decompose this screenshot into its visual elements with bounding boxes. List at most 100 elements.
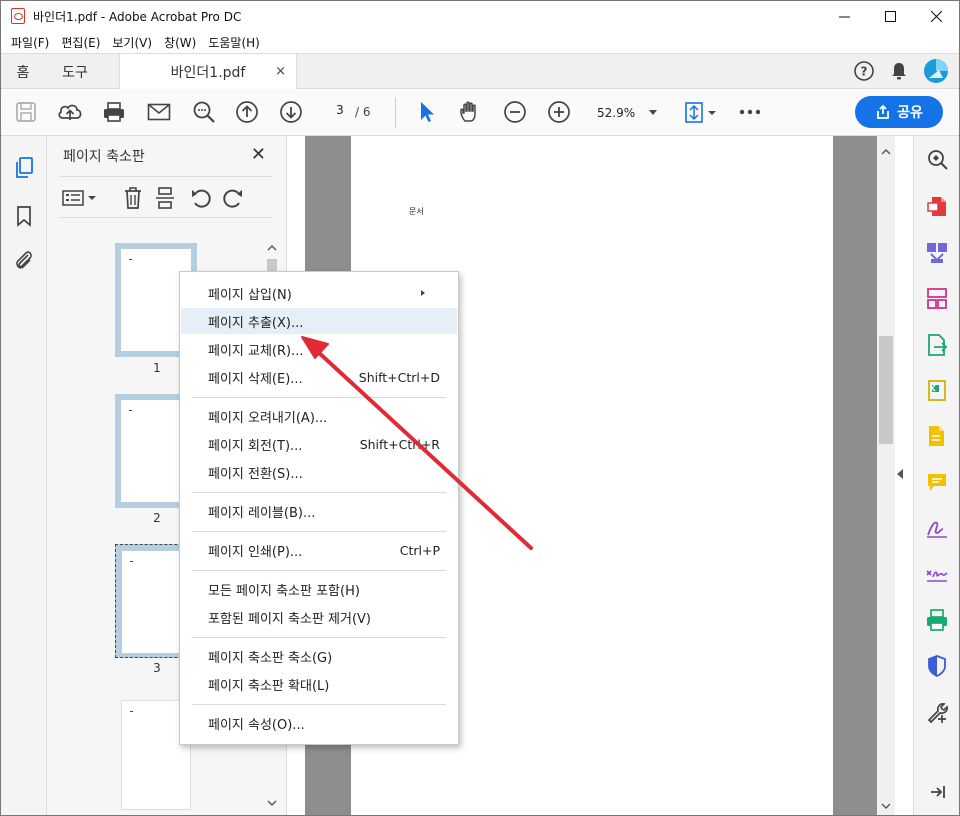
tab-close-button[interactable]: × xyxy=(275,64,286,79)
menu-help[interactable]: 도움말(H) xyxy=(202,34,266,51)
menu-separator xyxy=(192,704,446,705)
document-scroll-thumb[interactable] xyxy=(879,336,893,444)
page-thumbnails-icon[interactable] xyxy=(12,156,36,180)
right-tools-rail xyxy=(913,136,959,815)
rotate-right-icon[interactable] xyxy=(221,186,245,210)
save-icon[interactable] xyxy=(13,99,39,125)
menu-item-page-labels[interactable]: 페이지 레이블(B)... xyxy=(181,498,457,524)
collapse-right-panel-icon[interactable] xyxy=(897,469,903,479)
request-signature-icon[interactable] xyxy=(925,424,949,448)
acrobat-window: 바인더1.pdf - Adobe Acrobat Pro DC 파일(F) 편집… xyxy=(0,0,960,816)
menu-view[interactable]: 보기(V) xyxy=(106,34,158,51)
thumbnail-text-mark xyxy=(129,410,132,411)
scroll-up-icon[interactable] xyxy=(877,146,895,158)
menu-item-extract-pages[interactable]: 페이지 추출(X)... xyxy=(181,308,457,334)
more-tools-icon[interactable] xyxy=(737,99,763,125)
share-button[interactable]: 공유 xyxy=(855,96,943,128)
left-navigation-rail xyxy=(1,136,47,815)
maximize-button[interactable] xyxy=(867,1,913,31)
tab-document-label: 바인더1.pdf xyxy=(170,65,246,81)
extract-pages-icon[interactable] xyxy=(153,186,177,210)
zoom-out-icon[interactable] xyxy=(502,99,528,125)
scroll-up-icon[interactable] xyxy=(265,243,279,253)
menu-separator xyxy=(192,397,446,398)
rotate-left-icon[interactable] xyxy=(189,186,213,210)
enhance-scan-icon[interactable] xyxy=(925,147,949,171)
menu-item-label: 페이지 속성(O)... xyxy=(208,717,305,733)
next-page-icon[interactable] xyxy=(278,99,304,125)
submenu-arrow-icon xyxy=(421,290,425,296)
menu-item-page-transitions[interactable]: 페이지 전환(S)... xyxy=(181,459,457,485)
menu-item-label: 페이지 레이블(B)... xyxy=(208,505,316,521)
scroll-down-icon[interactable] xyxy=(877,800,895,812)
menu-item-rotate-pages[interactable]: 페이지 회전(T)... Shift+Ctrl+R xyxy=(181,431,457,457)
document-scrollbar[interactable] xyxy=(877,136,895,815)
bookmarks-icon[interactable] xyxy=(12,204,36,228)
print-icon[interactable] xyxy=(101,99,127,125)
create-pdf-icon[interactable] xyxy=(925,194,949,218)
menu-item-delete-pages[interactable]: 페이지 삭제(E)... Shift+Ctrl+D xyxy=(181,364,457,390)
hand-tool-icon[interactable] xyxy=(457,99,483,125)
share-icon xyxy=(877,104,890,119)
notification-bell-icon[interactable] xyxy=(889,60,909,82)
menu-item-cut-pages[interactable]: 페이지 오려내기(A)... xyxy=(181,403,457,429)
protect-shield-icon[interactable] xyxy=(925,654,949,678)
tab-tools[interactable]: 도구 xyxy=(45,54,105,89)
select-tool-icon[interactable] xyxy=(413,99,439,125)
share-button-label: 공유 xyxy=(897,105,923,121)
zoom-level-select[interactable]: 52.9% xyxy=(591,102,663,124)
menu-item-label: 페이지 오려내기(A)... xyxy=(208,410,328,426)
page-fit-icon[interactable] xyxy=(683,99,719,125)
help-icon[interactable]: ? xyxy=(853,60,875,82)
menu-item-label: 페이지 인쇄(P)... xyxy=(208,544,303,560)
menu-item-embed-thumbnails[interactable]: 모든 페이지 축소판 포함(H) xyxy=(181,576,457,602)
menu-item-label: 페이지 삭제(E)... xyxy=(208,371,303,387)
expand-panel-icon[interactable] xyxy=(925,780,949,804)
menu-item-label: 페이지 추출(X)... xyxy=(208,315,304,331)
delete-pages-icon[interactable] xyxy=(121,186,145,210)
send-for-signature-icon[interactable] xyxy=(925,562,949,586)
scroll-down-icon[interactable] xyxy=(265,798,279,808)
close-window-button[interactable] xyxy=(913,1,959,31)
menu-window[interactable]: 창(W) xyxy=(158,34,202,51)
organize-pages-icon[interactable] xyxy=(925,286,949,310)
menu-edit[interactable]: 편집(E) xyxy=(55,34,106,51)
comment-icon[interactable] xyxy=(925,470,949,494)
minimize-button[interactable] xyxy=(821,1,867,31)
tab-bar: 홈 도구 바인더1.pdf × ? xyxy=(1,53,959,90)
menu-item-print-pages[interactable]: 페이지 인쇄(P)... Ctrl+P xyxy=(181,537,457,563)
tab-document[interactable]: 바인더1.pdf × xyxy=(119,54,297,90)
edit-pdf-icon[interactable] xyxy=(925,378,949,402)
cloud-upload-icon[interactable] xyxy=(57,99,83,125)
account-avatar-icon[interactable] xyxy=(923,58,949,84)
acrobat-logo-icon xyxy=(11,8,25,24)
page-gutter-right xyxy=(833,136,877,815)
menu-item-insert-pages[interactable]: 페이지 삽입(N) xyxy=(181,280,457,306)
menu-file[interactable]: 파일(F) xyxy=(5,34,55,51)
tab-bar-right: ? xyxy=(853,58,949,84)
menu-item-enlarge-thumbnails[interactable]: 페이지 축소판 확대(L) xyxy=(181,671,457,697)
options-menu-icon[interactable] xyxy=(61,186,99,210)
fill-and-sign-icon[interactable] xyxy=(925,516,949,540)
toolbar-divider xyxy=(395,98,396,128)
menu-item-page-properties[interactable]: 페이지 속성(O)... xyxy=(181,710,457,736)
thumbnail-text-mark xyxy=(129,259,132,260)
attachments-icon[interactable] xyxy=(12,249,36,273)
zoom-level-value: 52.9% xyxy=(597,106,636,120)
print-production-icon[interactable] xyxy=(925,608,949,632)
combine-files-icon[interactable] xyxy=(925,240,949,264)
tab-home[interactable]: 홈 xyxy=(1,54,45,89)
more-tools-wrench-icon[interactable] xyxy=(925,700,949,724)
main-toolbar: 3 / 6 52.9% 공유 xyxy=(1,89,959,136)
menu-item-remove-thumbnails[interactable]: 포함된 페이지 축소판 제거(V) xyxy=(181,604,457,630)
search-icon[interactable] xyxy=(191,99,217,125)
export-pdf-icon[interactable] xyxy=(925,333,949,357)
panel-close-button[interactable]: ✕ xyxy=(251,144,266,165)
email-icon[interactable] xyxy=(146,99,172,125)
menu-item-replace-pages[interactable]: 페이지 교체(R)... xyxy=(181,336,457,362)
page-number-input[interactable]: 3 xyxy=(327,103,353,123)
zoom-in-icon[interactable] xyxy=(546,99,572,125)
previous-page-icon[interactable] xyxy=(234,99,260,125)
menu-item-reduce-thumbnails[interactable]: 페이지 축소판 축소(G) xyxy=(181,643,457,669)
menu-bar: 파일(F) 편집(E) 보기(V) 창(W) 도움말(H) xyxy=(1,31,959,53)
